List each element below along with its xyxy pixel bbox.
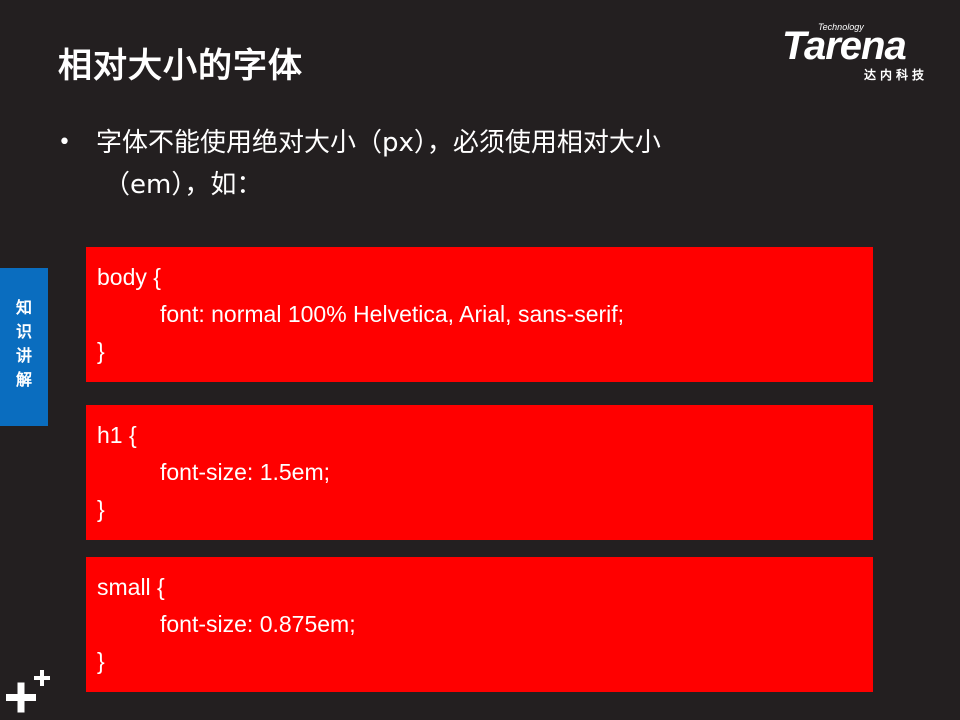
code-selector-line: small {	[97, 574, 165, 600]
code-selector-line: h1 {	[97, 422, 137, 448]
code-close-line: }	[97, 338, 105, 364]
side-tab-label: 知识讲解	[15, 298, 32, 389]
slide-title: 相对大小的字体	[58, 46, 303, 86]
bullet-line-1: 字体不能使用绝对大小（px），必须使用相对大小	[96, 128, 661, 158]
bullet-dot-icon: •	[58, 130, 71, 155]
code-close-line: }	[97, 648, 105, 674]
plus-plus-icon	[6, 670, 50, 713]
tarena-logo: Technology Tarena 达内科技	[778, 22, 948, 84]
code-selector-line: body {	[97, 264, 161, 290]
logo-wordmark: Tarena	[782, 24, 907, 68]
code-block-body: body { font: normal 100% Helvetica, Aria…	[86, 247, 873, 382]
code-block-h1: h1 { font-size: 1.5em; }	[86, 405, 873, 540]
logo-subtitle: 达内科技	[864, 68, 929, 82]
bullet-text: 字体不能使用绝对大小（px），必须使用相对大小 （em），如：	[96, 122, 836, 206]
code-rule-line: font-size: 0.875em;	[160, 611, 356, 637]
code-block-small: small { font-size: 0.875em; }	[86, 557, 873, 692]
slide: 相对大小的字体 Technology Tarena 达内科技 • 字体不能使用绝…	[0, 0, 960, 720]
code-rule-line: font-size: 1.5em;	[160, 459, 331, 485]
code-rule-line: font: normal 100% Helvetica, Arial, sans…	[160, 301, 625, 327]
code-close-line: }	[97, 496, 105, 522]
bullet-line-2: （em），如：	[104, 170, 263, 200]
side-tab: 知识讲解	[0, 268, 48, 426]
